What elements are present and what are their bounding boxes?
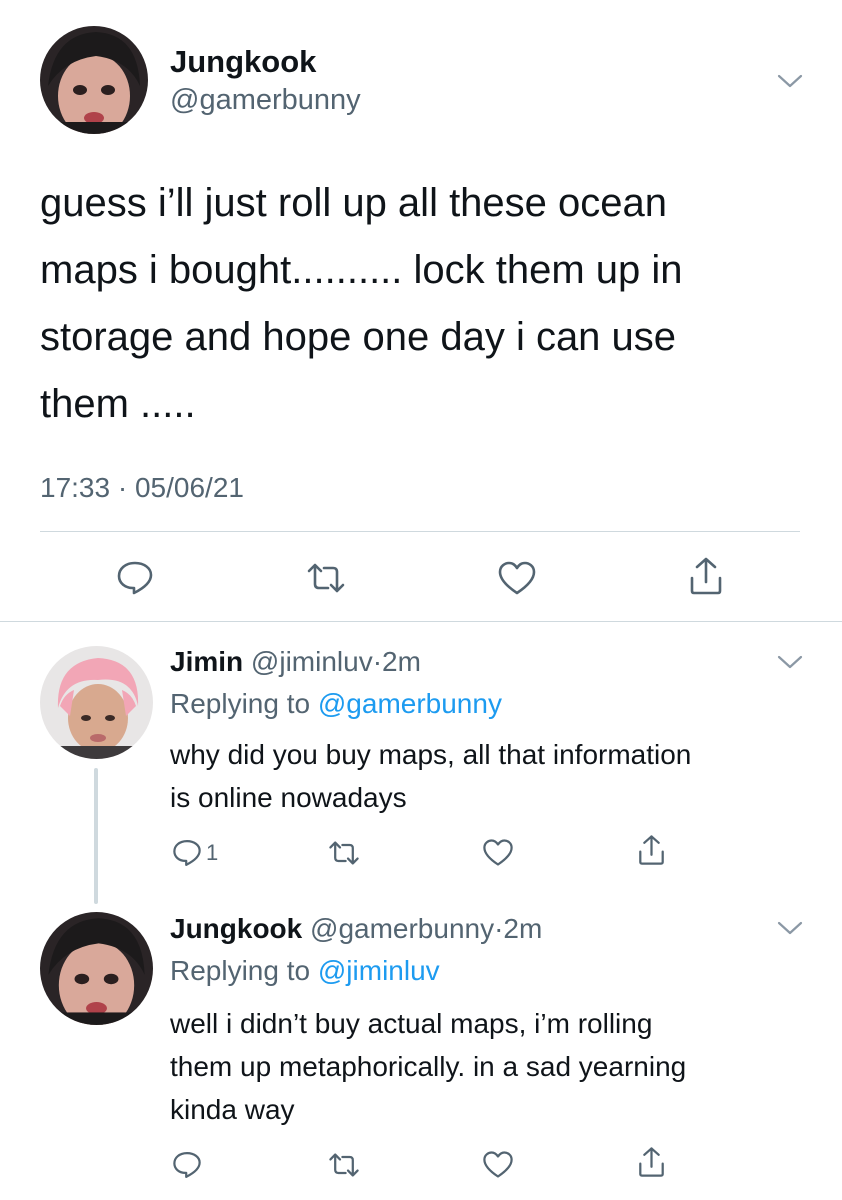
like-icon [483,839,513,866]
avatar[interactable] [40,912,153,1025]
replying-label: Replying to [170,955,311,986]
retweet-icon [329,1153,359,1177]
reply-author-name[interactable]: Jimin [170,646,243,677]
tweet-text: guess i’ll just roll up all these ocean … [40,170,800,438]
main-tweet[interactable]: Jungkook @gamerbunny guess i’ll just rol… [0,0,842,622]
tweet-text-line: them ..... [40,382,196,426]
retweet-button[interactable] [328,1152,360,1178]
tweet-date: 05/06/21 [134,472,244,503]
retweet-icon [307,563,345,593]
chevron-down-icon[interactable] [777,920,803,936]
tweet-text-line: maps i bought.......... lock them up in [40,248,683,292]
tweet-timestamp[interactable]: 17:33 · 05/06/21 [40,472,244,504]
share-icon [639,1147,664,1177]
reply-button[interactable] [116,560,154,596]
share-icon [690,557,722,595]
tweet-text-line: storage and hope one day i can use [40,315,677,359]
reply-icon [173,840,201,866]
reply-text-line: is online nowadays [170,782,407,813]
tweet-text-line: guess i’ll just roll up all these ocean [40,181,668,225]
chevron-down-icon[interactable] [777,73,803,89]
retweet-button[interactable] [306,562,346,594]
replying-to: Replying to @jiminluv [170,955,440,987]
reply-text-line: why did you buy maps, all that informati… [170,739,692,770]
reply-author-handle[interactable]: @jiminluv [251,646,373,677]
reply-time: 2m [503,913,543,944]
share-button[interactable] [637,834,666,866]
share-button[interactable] [637,1146,666,1178]
thread-connector [94,768,98,904]
like-button[interactable] [482,1150,514,1179]
reply-header[interactable]: Jungkook @gamerbunny·2m [170,913,542,945]
reply-time: 2m [382,646,421,677]
reply-text: why did you buy maps, all that informati… [170,733,810,819]
replying-to: Replying to @gamerbunny [170,688,502,720]
reply-icon [173,1152,201,1178]
avatar-image [40,26,148,134]
retweet-icon [329,841,359,865]
reply-button[interactable] [172,1150,202,1180]
avatar-image [40,912,153,1025]
divider [40,531,800,532]
divider [0,621,842,622]
chevron-down-icon[interactable] [777,654,803,670]
replying-to-link[interactable]: @jiminluv [318,955,440,986]
reply-text: well i didn’t buy actual maps, i’m rolli… [170,1002,810,1131]
reply-author-name[interactable]: Jungkook [170,913,302,944]
like-button[interactable] [482,838,514,867]
replying-to-link[interactable]: @gamerbunny [318,688,502,719]
like-icon [498,561,536,595]
like-button[interactable] [497,560,537,596]
reply-header[interactable]: Jimin @jiminluv·2m [170,646,421,678]
reply-icon [117,561,153,595]
author-name[interactable]: Jungkook [170,44,316,80]
retweet-button[interactable] [328,840,360,866]
reply-count: 1 [206,840,219,865]
reply-button[interactable]: 1 [172,838,218,868]
share-icon [639,835,664,865]
avatar[interactable] [40,26,148,134]
author-handle[interactable]: @gamerbunny [170,84,361,117]
meta-separator: · [117,472,128,503]
share-button[interactable] [688,556,724,596]
avatar[interactable] [40,646,153,759]
meta-separator: · [372,646,383,677]
like-icon [483,1151,513,1178]
reply-text-line: well i didn’t buy actual maps, i’m rolli… [170,1008,653,1039]
reply-author-handle[interactable]: @gamerbunny [310,913,494,944]
replying-label: Replying to [170,688,311,719]
tweet-time: 17:33 [40,472,111,503]
avatar-image [40,646,153,759]
reply-text-line: them up metaphorically. in a sad yearnin… [170,1051,687,1082]
reply-text-line: kinda way [170,1094,295,1125]
